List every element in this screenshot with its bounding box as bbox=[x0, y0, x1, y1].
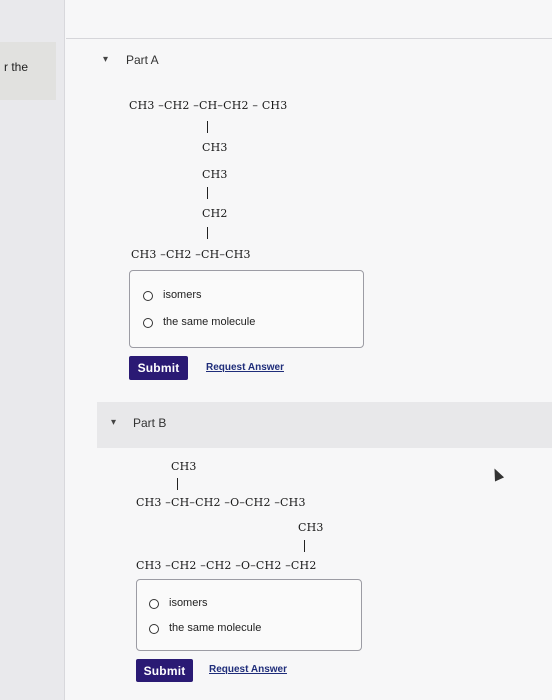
radio-same-molecule[interactable] bbox=[149, 624, 159, 634]
bond bbox=[177, 478, 178, 490]
bond bbox=[207, 227, 208, 239]
divider bbox=[66, 38, 552, 39]
part-b-substituent-ch3: CH3 bbox=[171, 460, 197, 473]
part-a-substituent-ch3: CH3 bbox=[202, 141, 228, 154]
option-isomers-label[interactable]: isomers bbox=[169, 597, 208, 609]
part-a-title[interactable]: Part A bbox=[126, 53, 159, 67]
part-b-structure-line1: CH3 –CH–CH2 –O–CH2 –CH3 bbox=[136, 496, 306, 509]
bond bbox=[304, 540, 305, 552]
part-b-title[interactable]: Part B bbox=[133, 416, 166, 430]
sidebar-instruction: r the bbox=[0, 42, 56, 100]
part-a-structure-line1: CH3 –CH2 –CH–CH2 – CH3 bbox=[129, 99, 288, 112]
part-b-submit-button[interactable]: Submit bbox=[136, 659, 193, 682]
part-a-substituent-ch3: CH3 bbox=[202, 168, 228, 181]
part-a-structure-line2: CH3 –CH2 –CH–CH3 bbox=[131, 248, 251, 261]
option-same-molecule-label[interactable]: the same molecule bbox=[163, 316, 255, 328]
part-b-request-answer-link[interactable]: Request Answer bbox=[209, 664, 287, 675]
part-a-submit-button[interactable]: Submit bbox=[129, 356, 188, 380]
option-isomers-label[interactable]: isomers bbox=[163, 289, 202, 301]
part-a-request-answer-link[interactable]: Request Answer bbox=[206, 362, 284, 373]
bond bbox=[207, 121, 208, 133]
caret-down-icon[interactable]: ▾ bbox=[103, 54, 108, 65]
sidebar-instruction-text: r the bbox=[4, 60, 29, 74]
part-b-structure-line2: CH3 –CH2 –CH2 –O–CH2 –CH2 bbox=[136, 559, 317, 572]
part-a-substituent-ch2: CH2 bbox=[202, 207, 228, 220]
part-b-substituent-ch3: CH3 bbox=[298, 521, 324, 534]
caret-down-icon[interactable]: ▾ bbox=[111, 417, 116, 428]
option-same-molecule-label[interactable]: the same molecule bbox=[169, 622, 261, 634]
radio-isomers[interactable] bbox=[149, 599, 159, 609]
radio-isomers[interactable] bbox=[143, 291, 153, 301]
part-a-answer-choices: isomers the same molecule bbox=[129, 270, 364, 348]
radio-same-molecule[interactable] bbox=[143, 318, 153, 328]
part-b-answer-choices: isomers the same molecule bbox=[136, 579, 362, 651]
bond bbox=[207, 187, 208, 199]
